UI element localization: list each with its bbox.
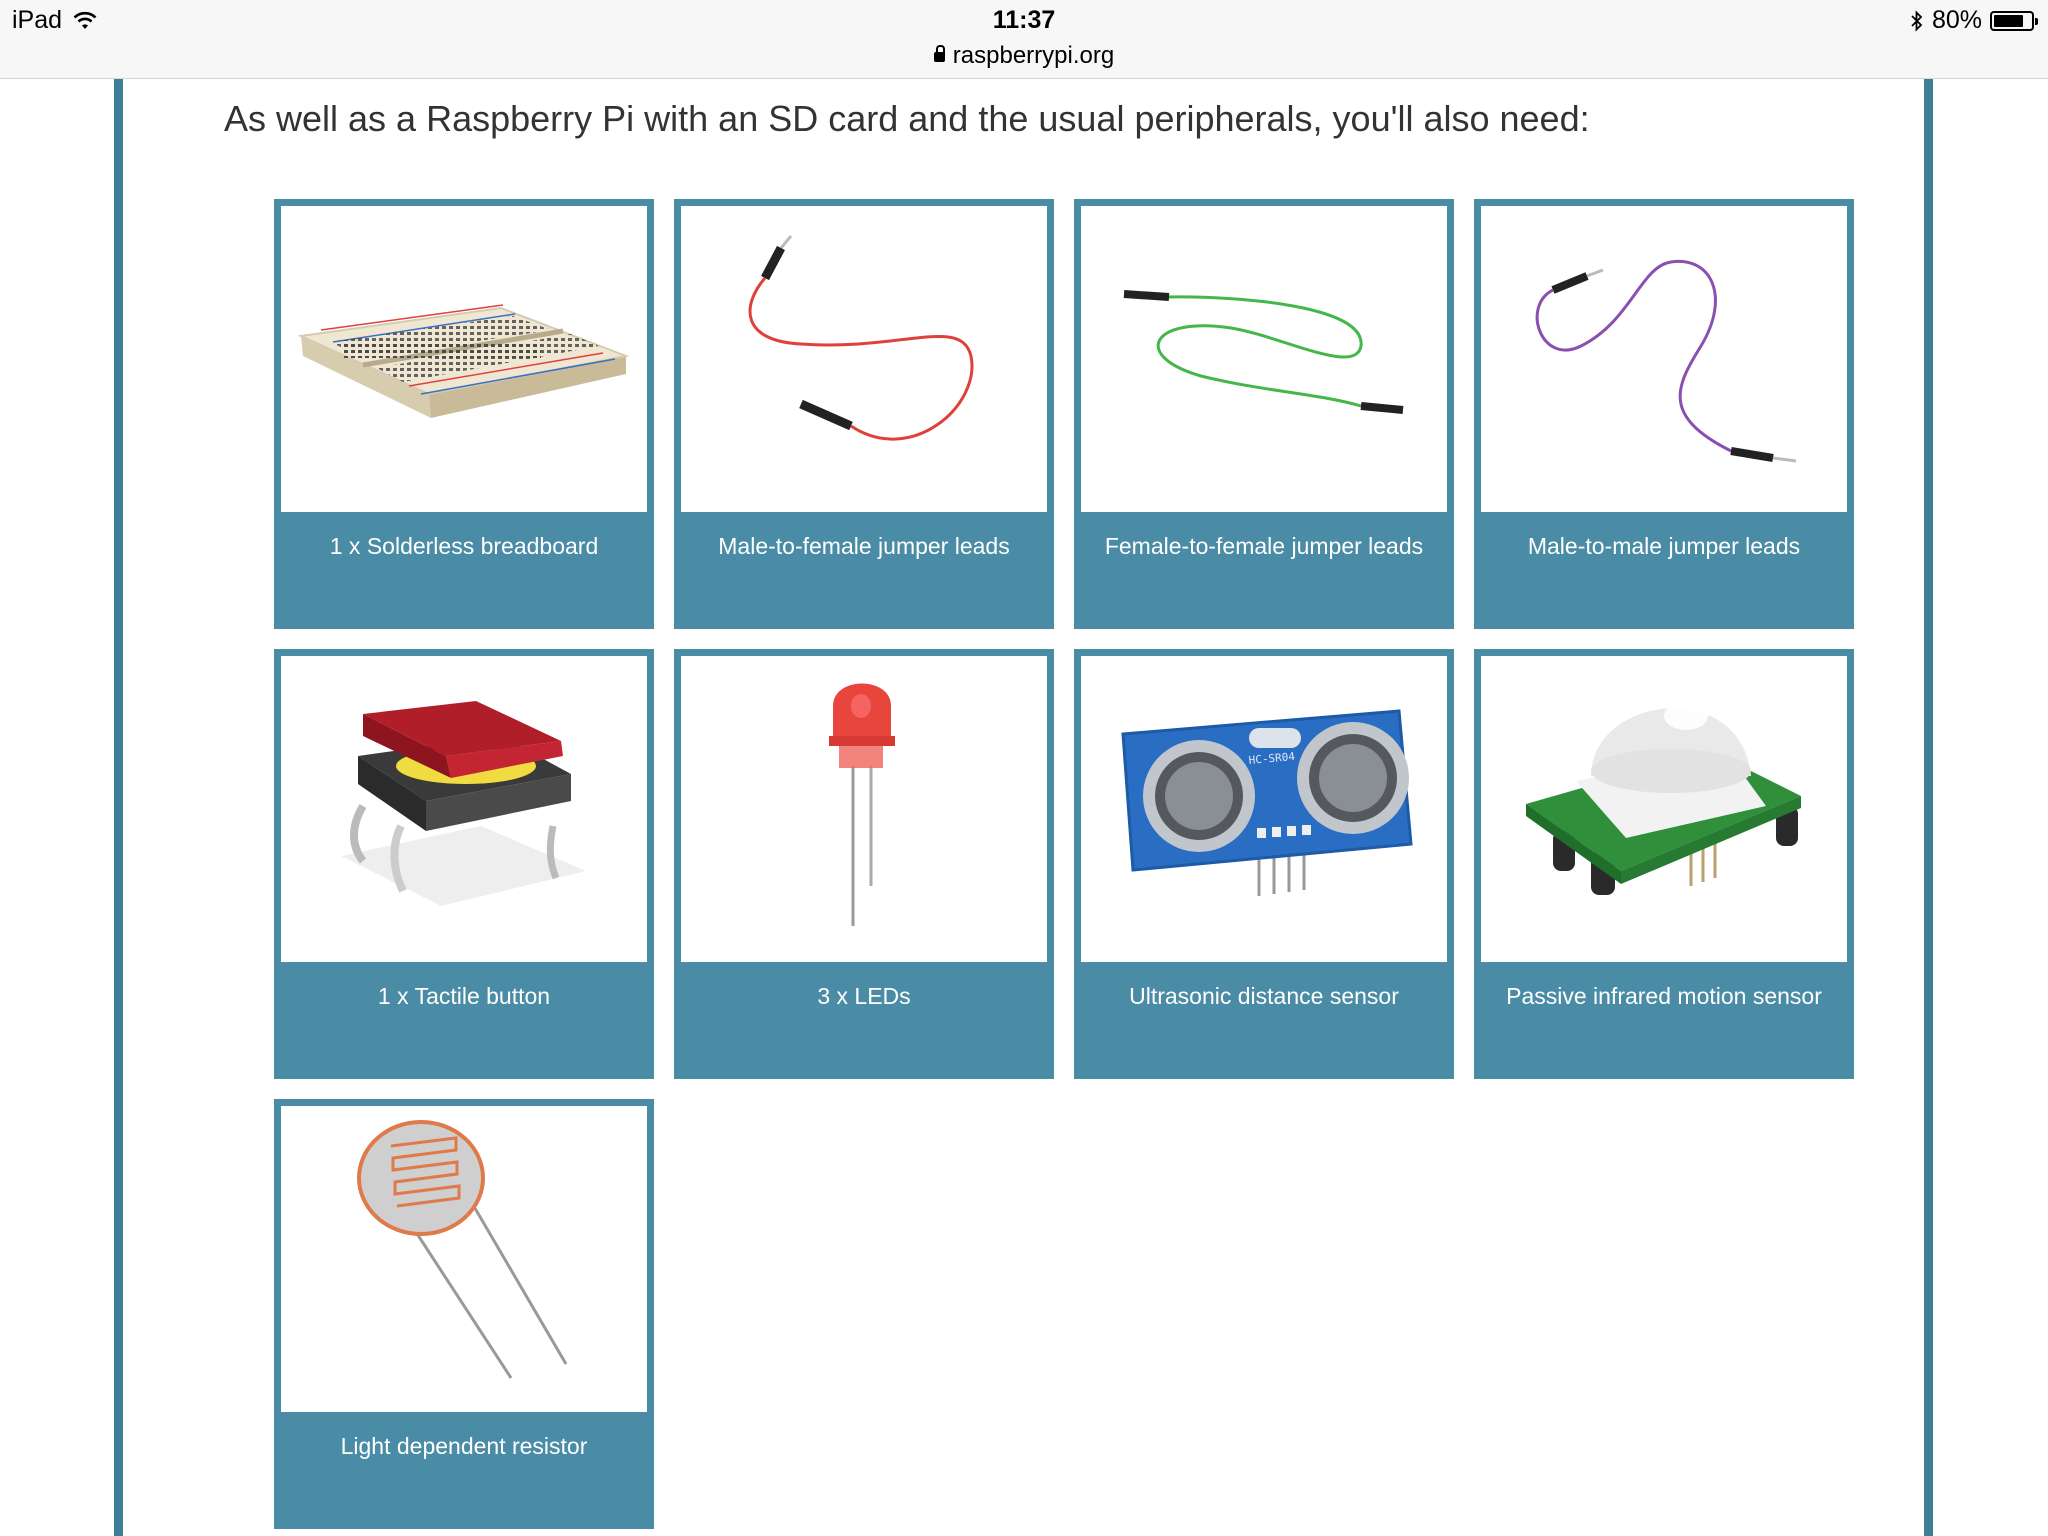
tactile-button-image bbox=[341, 701, 586, 906]
address-bar[interactable]: raspberrypi.org bbox=[0, 42, 2048, 70]
led-image bbox=[829, 683, 895, 926]
part-label: Male-to-male jumper leads bbox=[1527, 533, 1801, 559]
part-card-male-to-female-leads[interactable]: Male-to-female jumper leads bbox=[674, 199, 1054, 629]
battery-icon bbox=[1990, 10, 2038, 31]
part-label: Passive infrared motion sensor bbox=[1506, 983, 1822, 1009]
part-card-male-to-male-leads[interactable]: Male-to-male jumper leads bbox=[1474, 199, 1854, 629]
status-time: 11:37 bbox=[992, 6, 1056, 34]
part-label: Ultrasonic distance sensor bbox=[1129, 983, 1399, 1009]
part-card-pir-sensor[interactable]: Passive infrared motion sensor bbox=[1474, 649, 1854, 1079]
jumper-lead-green-image bbox=[1123, 290, 1404, 414]
part-label: Female-to-female jumper leads bbox=[1104, 533, 1424, 559]
ultrasonic-sensor-image: HC-SR04 bbox=[1121, 709, 1413, 896]
content-border-left bbox=[114, 79, 123, 1536]
part-card-ultrasonic-sensor[interactable]: HC-SR04 Ultrasonic distance sensor bbox=[1074, 649, 1454, 1079]
jumper-lead-purple-image bbox=[1535, 259, 1797, 463]
status-bar: iPad 11:37 raspberrypi.org 80% bbox=[0, 0, 2048, 79]
part-card-female-to-female-leads[interactable]: Female-to-female jumper leads bbox=[1074, 199, 1454, 629]
lock-icon bbox=[933, 45, 945, 62]
battery-percent: 80% bbox=[1931, 6, 1982, 34]
part-label: Light dependent resistor bbox=[340, 1433, 588, 1459]
part-card-ldr[interactable]: Light dependent resistor bbox=[274, 1099, 654, 1529]
part-label: 3 x LEDs bbox=[817, 983, 911, 1009]
part-label: 1 x Tactile button bbox=[377, 983, 551, 1009]
bluetooth-icon bbox=[1911, 9, 1923, 32]
intro-paragraph: As well as a Raspberry Pi with an SD car… bbox=[224, 98, 1590, 139]
part-card-tactile-button[interactable]: 1 x Tactile button bbox=[274, 649, 654, 1079]
part-card-leds[interactable]: 3 x LEDs bbox=[674, 649, 1054, 1079]
part-label: Male-to-female jumper leads bbox=[718, 533, 1010, 559]
ldr-image bbox=[357, 1120, 568, 1379]
part-label: 1 x Solderless breadboard bbox=[329, 533, 599, 559]
status-right: 80% bbox=[1910, 6, 2038, 35]
jumper-lead-red-image bbox=[748, 235, 974, 441]
url-text: raspberrypi.org bbox=[952, 42, 1115, 69]
content-border-right bbox=[1924, 79, 1933, 1536]
pir-sensor-image bbox=[1526, 702, 1801, 895]
breadboard-image bbox=[297, 304, 630, 418]
part-card-breadboard[interactable]: 1 x Solderless breadboard bbox=[274, 199, 654, 629]
